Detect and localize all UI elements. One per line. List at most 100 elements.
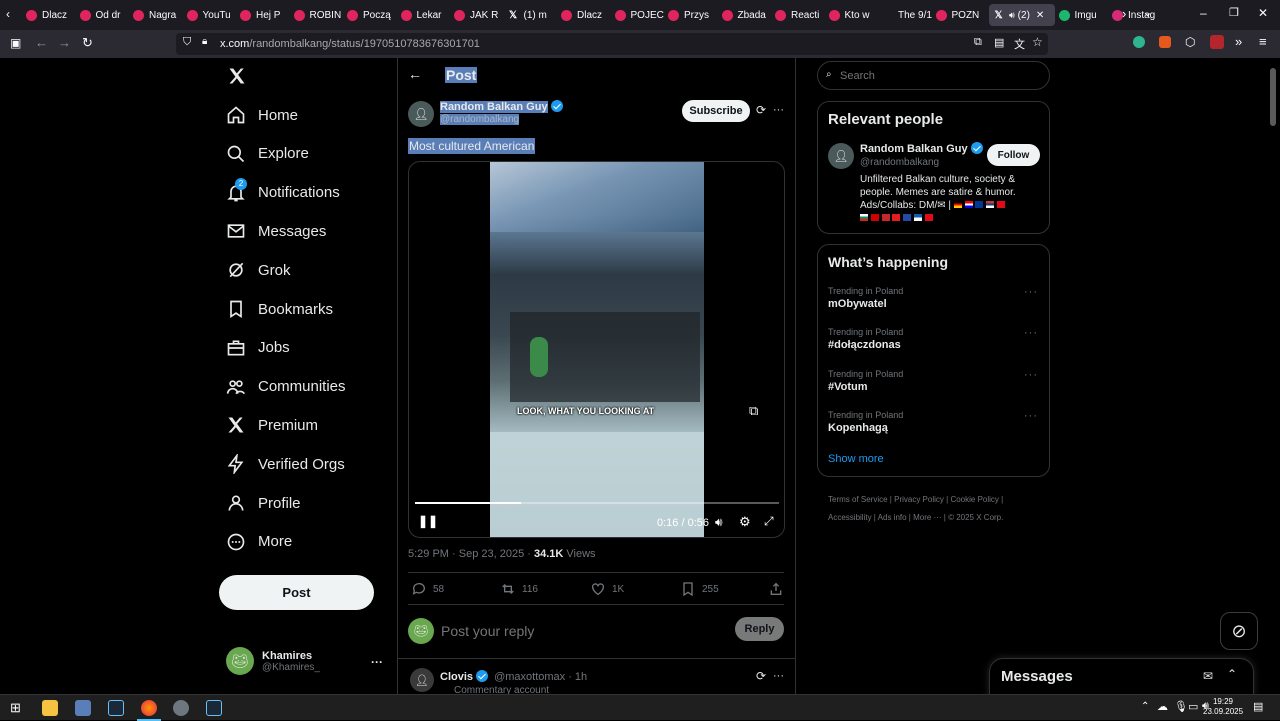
forward-icon[interactable]: → [58, 35, 71, 50]
close-window-icon[interactable]: ✕ [1258, 6, 1268, 20]
nav-item-explore[interactable]: Explore [226, 139, 309, 169]
sidebar-toggle-icon[interactable]: ▣ [10, 36, 21, 50]
browser-tab[interactable]: Nagra [133, 4, 183, 26]
search-input[interactable] [840, 68, 1040, 84]
app-icon[interactable] [173, 700, 189, 716]
reply-action[interactable]: 58 [411, 581, 444, 597]
footer-link[interactable]: Accessibility [828, 513, 872, 522]
expand-up-icon[interactable]: ⌃ [1227, 667, 1237, 681]
grok-float-button[interactable]: ⊘ [1220, 612, 1258, 650]
search-box[interactable]: ⌕ [817, 61, 1050, 90]
trend-item[interactable]: Trending in Poland #Votum ··· [828, 369, 1038, 393]
back-arrow-icon[interactable]: ← [408, 66, 422, 82]
footer-link[interactable]: Cookie Policy [950, 495, 998, 504]
trend-more-icon[interactable]: ··· [1024, 327, 1038, 339]
reply-button[interactable]: Reply [735, 617, 784, 641]
reply-more-icon[interactable]: ··· [773, 670, 784, 682]
picture-in-picture-icon[interactable]: ⧉ [749, 403, 758, 419]
messages-dock[interactable]: Messages ✉ ⌃ [989, 658, 1254, 694]
extensions-puzzle-icon[interactable]: ⬡ [1185, 35, 1195, 49]
follow-button[interactable]: Follow [987, 144, 1040, 166]
browser-tab[interactable]: ROBIN [293, 4, 344, 26]
trend-item[interactable]: Trending in Poland mObywatel ··· [828, 286, 1038, 310]
tab-scroll-right-icon[interactable]: › [1122, 6, 1126, 21]
translate-icon[interactable]: 文 [1014, 36, 1025, 52]
volume-icon[interactable]: 🔊︎ [715, 515, 723, 530]
microphone-icon[interactable]: 🎙︎ [1174, 700, 1188, 713]
browser-tab[interactable]: Instag [1112, 4, 1162, 26]
trend-more-icon[interactable]: ··· [1024, 410, 1038, 422]
footer-link[interactable]: Terms of Service [828, 495, 888, 504]
person-avatar[interactable]: 👤︎ [828, 143, 854, 169]
extension-icon[interactable] [1159, 36, 1171, 48]
file-explorer-icon[interactable] [42, 700, 58, 716]
extension-icon[interactable] [1133, 36, 1145, 48]
nav-item-jobs[interactable]: Jobs [226, 333, 290, 363]
reply-input[interactable] [441, 619, 721, 643]
minimize-icon[interactable]: – [1200, 6, 1207, 20]
steam-icon[interactable] [206, 700, 222, 716]
grok-icon[interactable]: ⟳ [756, 669, 766, 683]
browser-tab[interactable]: Przys [668, 4, 718, 26]
post-button[interactable]: Post [219, 575, 374, 610]
nav-item-notifications[interactable]: 2 Notifications [226, 177, 340, 208]
nav-item-home[interactable]: Home [226, 100, 298, 130]
browser-tab[interactable]: Dlacz [26, 4, 76, 26]
post-timestamp[interactable]: 5:29 PM · Sep 23, 2025 · [408, 548, 534, 560]
maximize-icon[interactable]: ❐ [1229, 6, 1239, 19]
trend-more-icon[interactable]: ··· [1024, 286, 1038, 298]
account-switcher[interactable]: 🐸︎ Khamires @Khamires_ [226, 647, 320, 675]
person-name[interactable]: Random Balkan Guy [860, 143, 968, 155]
trend-more-icon[interactable]: ··· [1024, 369, 1038, 381]
browser-tab[interactable]: Dlacz [561, 4, 611, 26]
browser-tab[interactable]: JAK R [454, 4, 504, 26]
share-action[interactable] [768, 581, 790, 597]
page-scrollbar[interactable] [1270, 68, 1276, 126]
browser-tab[interactable]: 𝕏 🔊︎ (2) ✕ [989, 4, 1055, 26]
browser-tab[interactable]: Zbada [721, 4, 772, 26]
browser-tab[interactable]: Imgu [1058, 4, 1109, 26]
steam-icon[interactable] [108, 700, 124, 716]
author-name[interactable]: Random Balkan Guy [440, 101, 548, 113]
tray-chevron-icon[interactable]: ⌃ [1141, 701, 1149, 712]
reply-author-avatar[interactable]: 👤︎ [410, 668, 434, 692]
browser-tab[interactable]: POZN [935, 4, 986, 26]
nav-item-verified-orgs[interactable]: Verified Orgs [226, 449, 345, 479]
tab-audio-icon[interactable]: 🔊︎ [1009, 10, 1015, 21]
nav-item-bookmarks[interactable]: Bookmarks [226, 294, 333, 324]
account-more-icon[interactable]: ··· [371, 655, 383, 669]
start-windows-icon[interactable]: ⊞ [10, 700, 21, 716]
trend-item[interactable]: Trending in Poland Kopenhagą ··· [828, 410, 1038, 434]
trend-item[interactable]: Trending in Poland #dołączdonas ··· [828, 327, 1038, 351]
tab-scroll-left-icon[interactable]: ‹ [6, 7, 10, 21]
browser-tab[interactable]: The 9/11 F [882, 4, 932, 26]
bookmark-action[interactable]: 255 [680, 581, 719, 597]
onedrive-icon[interactable]: ☁ [1157, 700, 1168, 713]
person-handle[interactable]: @randombalkang [860, 157, 939, 168]
footer-link[interactable]: More ··· [913, 513, 941, 522]
reload-icon[interactable]: ↻ [82, 35, 93, 51]
browser-tab[interactable]: Kto w [828, 4, 879, 26]
reply-author-name[interactable]: Clovis [440, 671, 473, 683]
video-progress-track[interactable] [415, 502, 779, 504]
footer-link[interactable]: Privacy Policy [894, 495, 944, 504]
author-avatar[interactable]: 👤︎ [408, 101, 434, 127]
nav-item-messages[interactable]: Messages [226, 216, 326, 246]
author-handle[interactable]: @randombalkang [440, 114, 520, 125]
extension-icon[interactable] [1210, 35, 1224, 49]
tab-list-chevron-icon[interactable]: ⌄ [1143, 6, 1152, 19]
menu-icon[interactable]: ≡ [1259, 34, 1267, 49]
network-icon[interactable]: ▭ [1188, 700, 1198, 713]
browser-tab[interactable]: YouTu [186, 4, 237, 26]
video-player[interactable]: LOOK, WHAT YOU LOOKING AT ⧉ ❚❚ 0:16 / 0:… [408, 161, 785, 538]
author-name-row[interactable]: Random Balkan Guy [440, 100, 563, 113]
x-logo-icon[interactable] [227, 66, 247, 91]
address-bar[interactable]: ⛉ 🔒︎ x.com/randombalkang/status/19705107… [176, 33, 1048, 55]
bookmark-star-icon[interactable]: ☆ [1032, 35, 1043, 49]
nav-item-grok[interactable]: Grok [226, 255, 291, 285]
nav-item-profile[interactable]: Profile [226, 488, 301, 518]
settings-gear-icon[interactable]: ⚙ [739, 514, 751, 530]
grok-icon[interactable]: ⟳ [756, 103, 766, 117]
back-icon[interactable]: ← [35, 35, 48, 50]
nav-item-premium[interactable]: Premium [226, 410, 318, 440]
